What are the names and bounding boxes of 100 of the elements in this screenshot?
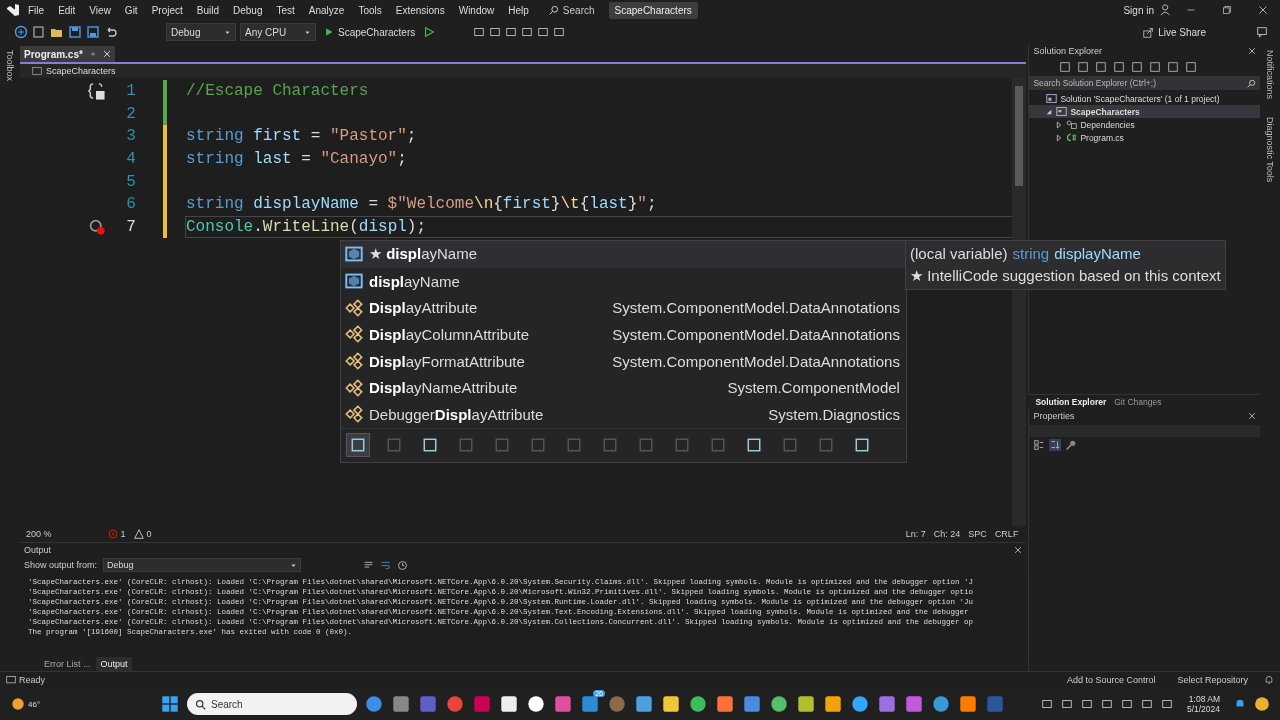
app-icon[interactable] [959, 695, 977, 713]
clock-icon[interactable] [397, 559, 408, 571]
completion-item[interactable]: DisplayAttribute System.ComponentModel.DataAnnotations [340, 294, 906, 322]
navigate-icon[interactable] [14, 25, 28, 39]
panel-tab[interactable]: Output [96, 657, 132, 671]
class-icon [344, 352, 363, 371]
close-icon[interactable] [1258, 5, 1268, 15]
menu-item[interactable]: Debug [227, 2, 269, 18]
output-source-dropdown[interactable]: Debug [103, 558, 301, 572]
quick-action-icon[interactable] [87, 217, 106, 236]
completion-item[interactable]: DisplayColumnAttribute System.ComponentModel.DataAnnotations [340, 321, 906, 348]
live-share-button[interactable]: Live Share [1137, 25, 1212, 39]
code-lens-icon [85, 81, 106, 102]
line-number: 1 [125, 82, 136, 101]
code-line: string first = "Pastor"; [185, 126, 417, 147]
column-position[interactable]: Ch: 24 [933, 529, 961, 539]
visual-studio-logo-icon [6, 3, 20, 17]
app-icon[interactable] [635, 695, 653, 713]
platform-dropdown[interactable]: Any CPU [240, 23, 316, 41]
close-icon[interactable] [102, 50, 111, 58]
completion-item[interactable]: DisplayFormatAttribute System.ComponentModel.DataAnnotations [340, 347, 906, 375]
app-icon[interactable] [797, 695, 815, 713]
tree-item[interactable]: ScapeCharacters [1029, 105, 1261, 118]
menu-item[interactable]: Tools [352, 2, 388, 18]
categorized-icon[interactable] [1033, 439, 1046, 451]
weather-widget[interactable]: 46° [10, 696, 160, 712]
solution-name: ScapeCharacters [608, 1, 698, 19]
search-button[interactable]: Search [542, 2, 601, 18]
app-icon[interactable] [662, 695, 680, 713]
account-icon[interactable] [1160, 4, 1172, 16]
app-icon[interactable] [770, 695, 788, 713]
menu-item[interactable]: Help [502, 2, 535, 18]
word-wrap-icon[interactable] [380, 559, 391, 571]
configuration-dropdown[interactable]: Debug [166, 23, 236, 41]
menu-item[interactable]: Extensions [389, 2, 451, 18]
error-count[interactable]: 1 [107, 529, 126, 539]
menu-item[interactable]: Project [145, 2, 189, 18]
menu-item[interactable]: Build [190, 2, 225, 18]
app-icon[interactable] [689, 695, 707, 713]
start-without-debugging-icon[interactable] [423, 26, 436, 38]
feedback-icon[interactable] [1256, 26, 1268, 38]
colorful-app-icon[interactable] [1254, 696, 1270, 712]
warning-icon [133, 529, 144, 539]
indent-mode[interactable]: SPC [968, 529, 987, 539]
notification-icon[interactable] [1234, 698, 1246, 710]
close-icon[interactable] [1014, 546, 1023, 554]
restore-icon[interactable] [1222, 5, 1232, 15]
menu-item[interactable]: Analyze [302, 2, 351, 18]
project-icon [1056, 106, 1068, 117]
save-icon[interactable] [68, 25, 82, 39]
app-icon[interactable] [851, 695, 869, 713]
close-icon[interactable] [1248, 47, 1257, 55]
tree-item[interactable]: Program.cs [1029, 131, 1261, 144]
panel-tab[interactable]: Error List ... [39, 657, 95, 671]
start-button[interactable] [160, 694, 180, 714]
zoom-level[interactable]: 200 % [25, 529, 52, 539]
app-icon[interactable] [824, 695, 842, 713]
csharp-file-icon [1066, 132, 1078, 143]
line-number: 7 [125, 217, 136, 236]
clear-icon[interactable] [363, 559, 374, 571]
menu-item[interactable]: File [22, 2, 51, 18]
line-number: 3 [125, 127, 136, 146]
source-control-button[interactable]: Add to Source Control [1060, 674, 1162, 686]
tree-item[interactable]: Dependencies [1029, 118, 1261, 131]
panel-tab[interactable]: Git Changes [1111, 395, 1165, 409]
clock[interactable]: 1:08 AM 5/1/2024 [1180, 693, 1226, 715]
panel-title: Properties [1033, 411, 1075, 421]
tree-item[interactable]: Solution 'ScapeCharacters' (1 of 1 project) [1029, 92, 1261, 105]
repository-button[interactable]: Select Repository [1171, 674, 1254, 686]
alphabetical-icon[interactable] [1049, 439, 1062, 451]
navigation-project[interactable]: ScapeCharacters [45, 66, 116, 76]
completion-item[interactable]: ★ displayName [340, 241, 906, 268]
line-ending[interactable]: CRLF [994, 529, 1019, 539]
wrench-icon[interactable] [1065, 439, 1078, 451]
completion-item[interactable]: DebuggerDisplayAttribute System.Diagnostics [340, 401, 906, 428]
taskbar-search-field[interactable]: Search [187, 693, 357, 715]
sign-in-button[interactable]: Sign in [1119, 2, 1158, 18]
side-tab[interactable]: Notifications [1265, 48, 1275, 102]
app-icon[interactable] [500, 695, 518, 713]
bell-icon[interactable] [1264, 675, 1274, 685]
warning-count[interactable]: 0 [133, 529, 152, 539]
line-position[interactable]: Ln: 7 [905, 529, 926, 539]
start-button[interactable]: ScapeCharacters [320, 26, 420, 38]
code-line: string displayName = $"Welcome\n{first}\t{last}"; [185, 194, 657, 215]
menu-item[interactable]: Git [118, 2, 144, 18]
side-tab[interactable]: Diagnostic Tools [1265, 115, 1275, 185]
app-icon[interactable] [527, 695, 545, 713]
search-field[interactable]: Search Solution Explorer (Ctrl+;) [1029, 76, 1261, 90]
save-all-icon[interactable] [86, 25, 100, 39]
document-tab[interactable]: Program.cs* [19, 46, 115, 62]
panel-tab[interactable]: Solution Explorer [1032, 395, 1110, 409]
app-icon[interactable] [716, 695, 734, 713]
menu-item[interactable]: Window [452, 2, 501, 18]
menu-item[interactable]: Edit [52, 2, 82, 18]
completion-item[interactable]: DisplayNameAttribute System.ComponentModel [340, 374, 906, 402]
menu-item[interactable]: Test [270, 2, 301, 18]
menu-item[interactable]: View [83, 2, 117, 18]
completion-item[interactable]: displayName [340, 267, 906, 295]
close-icon[interactable] [1248, 412, 1257, 420]
toolbox-tab[interactable]: Toolbox [5, 48, 15, 84]
